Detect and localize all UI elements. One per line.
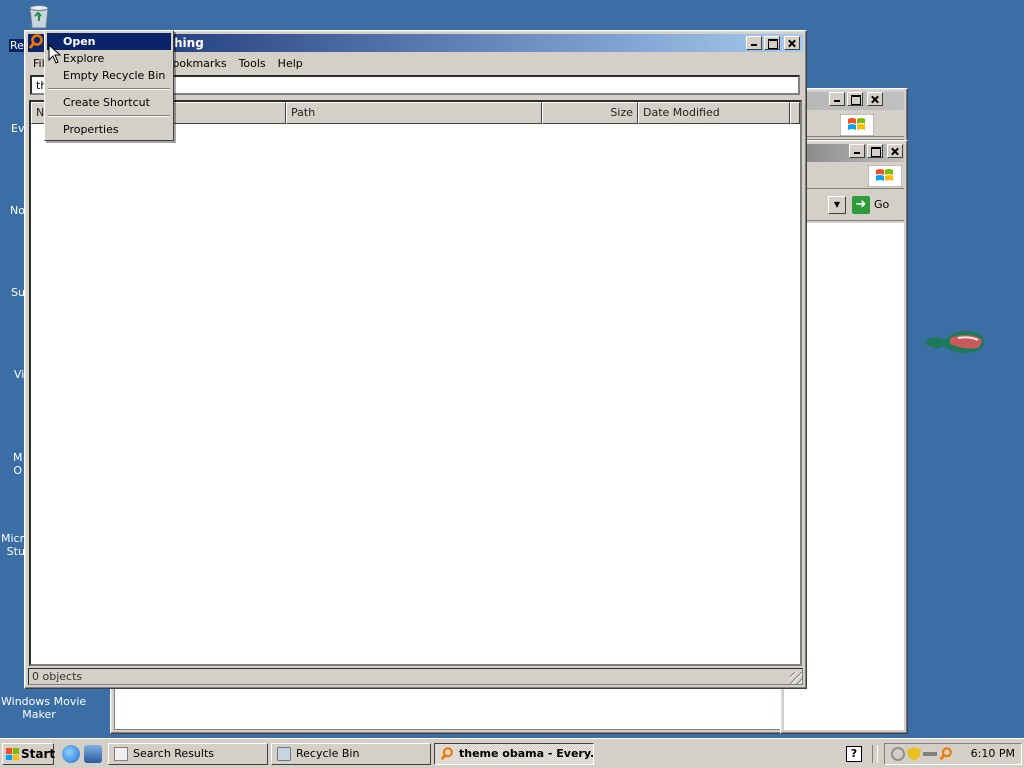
minimize-button[interactable] [746,36,762,50]
resize-grip[interactable] [790,672,802,684]
context-menu-open[interactable]: Open [47,33,171,50]
desktop-icon-label[interactable]: M O [13,451,23,477]
desktop-icon-label[interactable]: Su [11,286,25,299]
everything-search-icon [440,747,453,761]
maximize-button[interactable] [867,144,883,158]
menu-separator [48,88,170,90]
context-menu-create-shortcut[interactable]: Create Shortcut [47,94,171,111]
window-buttons [849,144,903,158]
show-desktop-icon[interactable] [84,745,102,763]
help-button[interactable]: ? [846,746,862,762]
maximize-button[interactable] [764,36,780,50]
window-buttons [746,36,800,50]
network-icon[interactable] [891,747,905,761]
task-label: theme obama - Every... [459,747,594,760]
desktop-icon-label[interactable]: Vi [14,368,24,381]
column-header-path[interactable]: Path [286,102,542,124]
internet-explorer-icon[interactable] [62,745,80,763]
start-label: Start [21,747,56,761]
task-label: Search Results [133,747,215,760]
fish-screenmate-icon [924,331,984,354]
everything-search-icon [28,34,43,49]
recycle-bin-icon[interactable] [26,2,52,30]
system-tray: 6:10 PM [884,743,1022,765]
recycle-bin-icon [277,747,291,761]
taskbar-item-everything[interactable]: theme obama - Every... [434,743,594,765]
taskbar: Start Search Results Recycle Bin theme o… [0,738,1024,768]
start-button[interactable]: Start [2,743,56,765]
search-results-icon [114,747,128,761]
minimize-button[interactable] [829,92,845,106]
windows-logo-icon [840,114,874,136]
results-list[interactable]: Na Path Size Date Modified [29,100,802,666]
task-label: Recycle Bin [296,747,360,760]
context-menu-properties[interactable]: Properties [47,121,171,138]
mouse-cursor-icon [48,44,62,64]
menu-help[interactable]: Help [272,57,309,70]
taskbar-item-search-results[interactable]: Search Results [108,743,268,765]
window-title: hing [174,36,204,50]
windows-logo-icon [868,165,902,187]
column-header-date-modified[interactable]: Date Modified [638,102,790,124]
menu-separator [48,115,170,117]
connection-icon[interactable] [923,752,937,756]
desktop-icon-label-movie-maker[interactable]: Windows Movie Maker [1,695,86,721]
close-button[interactable] [887,144,903,158]
address-dropdown-button[interactable]: ▼ [828,196,846,214]
menu-bookmarks[interactable]: ookmarks [167,57,233,70]
go-label: Go [874,198,890,211]
minimize-button[interactable] [849,144,865,158]
context-menu-empty-recycle-bin[interactable]: Empty Recycle Bin [47,67,171,84]
column-header-filler [790,102,800,124]
clock[interactable]: 6:10 PM [971,744,1015,764]
desktop-icon-label[interactable]: No [10,204,25,217]
go-button[interactable]: ➜ Go [850,195,898,215]
context-menu-explore[interactable]: Explore [47,50,171,67]
window-buttons [829,92,883,106]
close-button[interactable] [784,36,800,50]
desktop-icon-label-recycle[interactable]: Re [9,39,25,52]
go-arrow-icon: ➜ [852,196,870,214]
menu-tools[interactable]: Tools [233,57,272,70]
status-bar: 0 objects [28,668,803,685]
everything-search-icon[interactable] [939,747,953,761]
security-shield-icon[interactable] [907,747,921,761]
taskbar-grip[interactable] [872,745,878,763]
context-menu: Open Explore Empty Recycle Bin Create Sh… [44,30,174,141]
column-header-size[interactable]: Size [542,102,638,124]
windows-logo-icon [6,748,19,760]
taskbar-item-recycle-bin[interactable]: Recycle Bin [271,743,431,765]
maximize-button[interactable] [847,92,863,106]
close-button[interactable] [867,92,883,106]
desktop-icon-label[interactable]: Ev [11,122,24,135]
